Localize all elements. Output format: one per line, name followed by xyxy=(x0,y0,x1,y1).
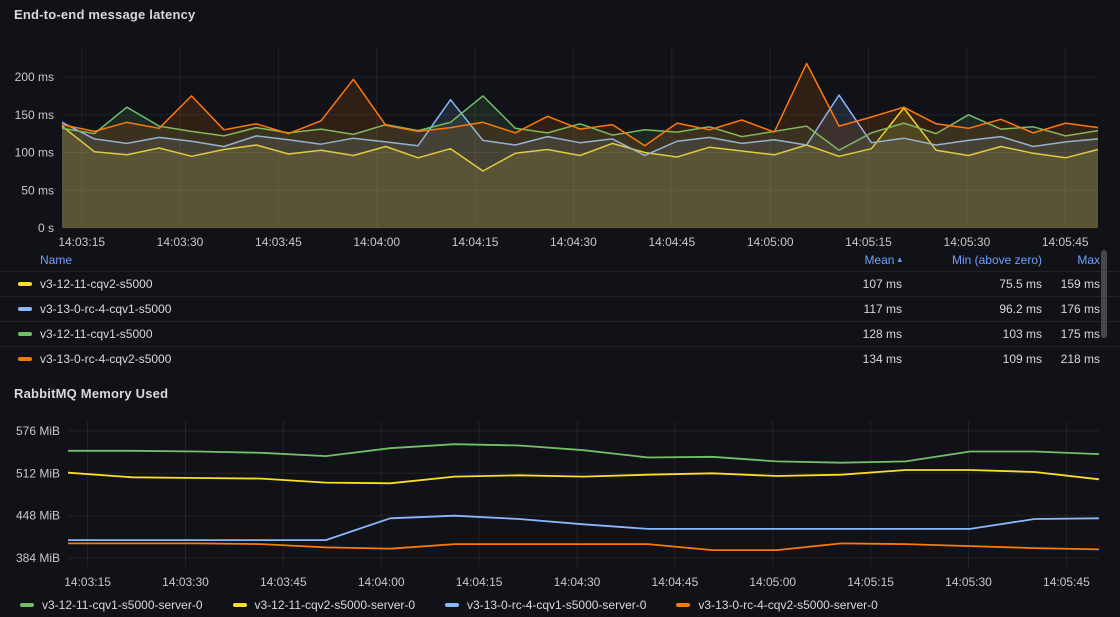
y-tick-label: 384 MiB xyxy=(16,551,60,565)
legend-label: v3-13-0-rc-4-cqv1-s5000-server-0 xyxy=(467,598,646,612)
x-tick-label: 14:04:30 xyxy=(554,575,601,589)
legend-table-body: v3-12-11-cqv2-s5000107 ms75.5 ms159 msv3… xyxy=(0,271,1120,371)
x-tick-label: 14:04:45 xyxy=(648,235,695,249)
x-tick-label: 14:04:00 xyxy=(353,235,400,249)
x-tick-label: 14:05:45 xyxy=(1042,235,1089,249)
series-line xyxy=(68,470,1099,483)
column-header-mean[interactable]: Mean▴ xyxy=(772,253,902,267)
mean-value: 134 ms xyxy=(772,352,902,366)
x-tick-label: 14:03:30 xyxy=(157,235,204,249)
table-scrollbar[interactable] xyxy=(1101,250,1107,338)
legend-item[interactable]: v3-12-11-cqv1-s5000-server-0 xyxy=(20,598,203,612)
legend-label: v3-12-11-cqv2-s5000-server-0 xyxy=(255,598,416,612)
x-tick-label: 14:03:45 xyxy=(260,575,307,589)
series-name[interactable]: v3-13-0-rc-4-cqv2-s5000 xyxy=(40,352,772,366)
x-tick-label: 14:03:30 xyxy=(162,575,209,589)
legend-table-header: Name Mean▴ Min (above zero) Max xyxy=(0,248,1120,271)
table-row: v3-12-11-cqv1-s5000128 ms103 ms175 ms xyxy=(0,321,1120,346)
series-swatch xyxy=(18,357,32,361)
table-row: v3-13-0-rc-4-cqv1-s5000117 ms96.2 ms176 … xyxy=(0,296,1120,321)
x-tick-label: 14:05:30 xyxy=(944,235,991,249)
x-tick-label: 14:05:45 xyxy=(1043,575,1090,589)
x-tick-label: 14:05:30 xyxy=(945,575,992,589)
series-name[interactable]: v3-13-0-rc-4-cqv1-s5000 xyxy=(40,302,772,316)
y-tick-label: 100 ms xyxy=(15,146,54,160)
mean-value: 128 ms xyxy=(772,327,902,341)
mean-value: 117 ms xyxy=(772,302,902,316)
column-header-max[interactable]: Max xyxy=(1042,253,1100,267)
latency-panel-title: End-to-end message latency xyxy=(14,7,195,22)
min-value: 103 ms xyxy=(902,327,1042,341)
min-value: 96.2 ms xyxy=(902,302,1042,316)
y-tick-label: 448 MiB xyxy=(16,509,60,523)
legend-label: v3-13-0-rc-4-cqv2-s5000-server-0 xyxy=(698,598,877,612)
x-tick-label: 14:05:00 xyxy=(747,235,794,249)
series-line xyxy=(68,516,1099,540)
legend-swatch xyxy=(445,603,459,607)
x-tick-label: 14:04:15 xyxy=(452,235,499,249)
y-tick-label: 512 MiB xyxy=(16,466,60,480)
max-value: 159 ms xyxy=(1042,277,1100,291)
series-swatch xyxy=(18,307,32,311)
y-tick-label: 200 ms xyxy=(15,70,54,84)
column-header-name[interactable]: Name xyxy=(40,253,772,267)
min-value: 109 ms xyxy=(902,352,1042,366)
x-tick-label: 14:05:00 xyxy=(749,575,796,589)
x-tick-label: 14:04:30 xyxy=(550,235,597,249)
memory-panel-title: RabbitMQ Memory Used xyxy=(14,386,168,401)
x-tick-label: 14:03:45 xyxy=(255,235,302,249)
y-tick-label: 150 ms xyxy=(15,108,54,122)
legend-swatch xyxy=(676,603,690,607)
series-area xyxy=(62,63,1098,228)
x-tick-label: 14:05:15 xyxy=(847,575,894,589)
legend-swatch xyxy=(20,603,34,607)
y-tick-label: 50 ms xyxy=(21,183,54,197)
max-value: 175 ms xyxy=(1042,327,1100,341)
table-row: v3-13-0-rc-4-cqv2-s5000134 ms109 ms218 m… xyxy=(0,346,1120,371)
x-tick-label: 14:04:00 xyxy=(358,575,405,589)
series-swatch xyxy=(18,282,32,286)
x-tick-label: 14:04:15 xyxy=(456,575,503,589)
max-value: 176 ms xyxy=(1042,302,1100,316)
legend-item[interactable]: v3-13-0-rc-4-cqv2-s5000-server-0 xyxy=(676,598,877,612)
x-tick-label: 14:05:15 xyxy=(845,235,892,249)
latency-chart[interactable]: 14:03:15 14:03:30 14:03:45 14:04:00 14:04:15… xyxy=(0,40,1120,252)
min-value: 75.5 ms xyxy=(902,277,1042,291)
series-name[interactable]: v3-12-11-cqv2-s5000 xyxy=(40,277,772,291)
series-line xyxy=(68,543,1099,550)
legend-item[interactable]: v3-12-11-cqv2-s5000-server-0 xyxy=(233,598,416,612)
series-line xyxy=(68,444,1099,463)
column-header-min[interactable]: Min (above zero) xyxy=(902,253,1042,267)
series-swatch xyxy=(18,332,32,336)
x-tick-label: 14:04:45 xyxy=(652,575,699,589)
table-row: v3-12-11-cqv2-s5000107 ms75.5 ms159 ms xyxy=(0,271,1120,296)
legend-swatch xyxy=(233,603,247,607)
max-value: 218 ms xyxy=(1042,352,1100,366)
memory-chart[interactable]: 14:03:15 14:03:30 14:03:45 14:04:00 14:04:15… xyxy=(0,415,1120,595)
x-tick-label: 14:03:15 xyxy=(64,575,111,589)
series-name[interactable]: v3-12-11-cqv1-s5000 xyxy=(40,327,772,341)
legend-label: v3-12-11-cqv1-s5000-server-0 xyxy=(42,598,203,612)
x-tick-label: 14:03:15 xyxy=(58,235,105,249)
mean-value: 107 ms xyxy=(772,277,902,291)
y-tick-label: 0 s xyxy=(38,221,54,235)
memory-legend: v3-12-11-cqv1-s5000-server-0 v3-12-11-cqv… xyxy=(20,598,878,612)
legend-table: Name Mean▴ Min (above zero) Max v3-12-11… xyxy=(0,248,1120,371)
y-tick-label: 576 MiB xyxy=(16,424,60,438)
legend-item[interactable]: v3-13-0-rc-4-cqv1-s5000-server-0 xyxy=(445,598,646,612)
